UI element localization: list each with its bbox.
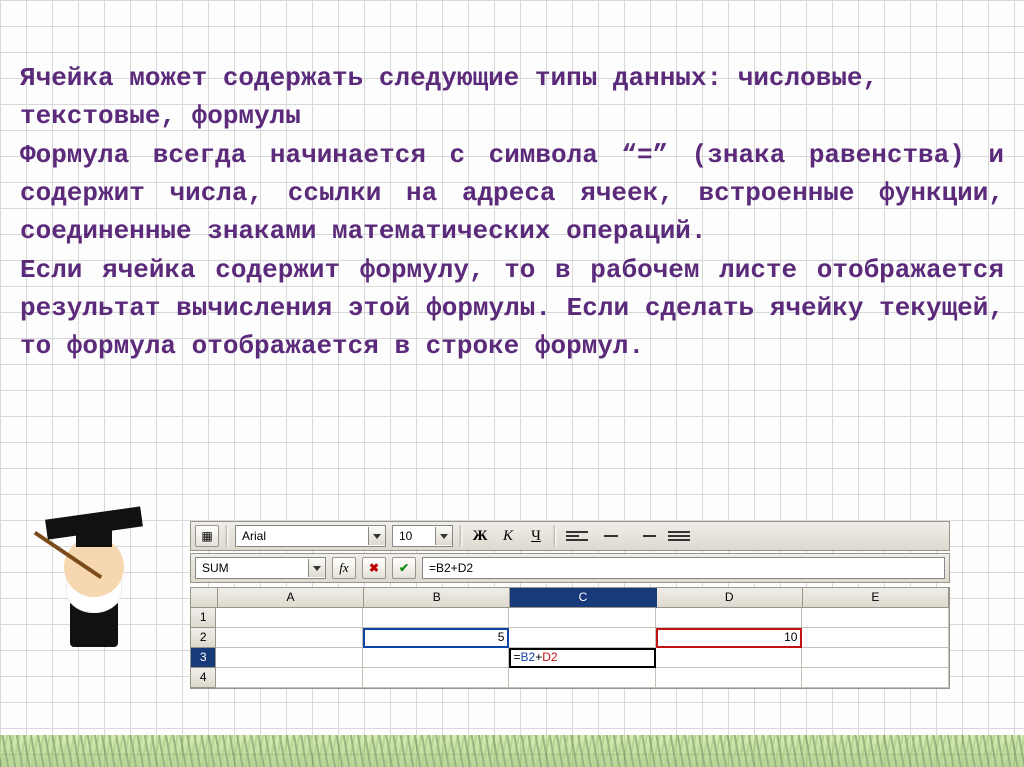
toolbar-separator xyxy=(553,525,557,547)
paragraph-data-types: Ячейка может содержать следующие типы да… xyxy=(20,60,1004,135)
chevron-down-icon xyxy=(313,566,321,571)
bold-button[interactable]: Ж xyxy=(469,526,491,546)
formula-ref-D2: D2 xyxy=(542,650,557,664)
cell-D4[interactable] xyxy=(656,668,803,688)
underline-button[interactable]: Ч xyxy=(525,526,547,546)
formula-bar: SUM fx ✖ ✔ =B2+D2 xyxy=(190,553,950,583)
formatting-toolbar: ▦ Arial 10 Ж К Ч xyxy=(190,521,950,551)
cancel-icon: ✖ xyxy=(369,561,379,575)
cancel-formula-button[interactable]: ✖ xyxy=(362,557,386,579)
cell-A3[interactable] xyxy=(216,648,363,668)
styles-button[interactable]: ▦ xyxy=(195,525,219,547)
column-header-D[interactable]: D xyxy=(657,588,803,608)
column-header-C[interactable]: C xyxy=(510,588,656,608)
row-header-1[interactable]: 1 xyxy=(191,608,216,628)
cell-C4[interactable] xyxy=(509,668,656,688)
font-name-combo[interactable]: Arial xyxy=(235,525,386,547)
align-center-button[interactable] xyxy=(597,523,625,549)
cell-E3[interactable] xyxy=(802,648,949,668)
name-box-value: SUM xyxy=(196,559,308,577)
cell-C2[interactable] xyxy=(509,628,656,648)
mascot-illustration xyxy=(36,507,156,627)
name-box[interactable]: SUM xyxy=(195,557,326,579)
cell-C1[interactable] xyxy=(509,608,656,628)
font-size-dropdown[interactable] xyxy=(435,527,452,545)
cell-E2[interactable] xyxy=(802,628,949,648)
cell-A1[interactable] xyxy=(216,608,363,628)
paragraph-formula-display: Если ячейка содержит формулу, то в рабоч… xyxy=(20,252,1004,365)
name-box-dropdown[interactable] xyxy=(308,559,325,577)
row-header-3[interactable]: 3 xyxy=(191,648,216,668)
formula-ref-B2: B2 xyxy=(521,650,536,664)
row-header-4[interactable]: 4 xyxy=(191,668,216,688)
align-left-button[interactable] xyxy=(563,523,591,549)
style-icon: ▦ xyxy=(201,529,212,543)
select-all-corner[interactable] xyxy=(191,588,218,608)
spreadsheet-app: ▦ Arial 10 Ж К Ч SUM fx ✖ ✔ =B2+D2 xyxy=(190,521,950,689)
formula-equals: = xyxy=(513,650,520,664)
cell-D1[interactable] xyxy=(656,608,803,628)
row-header-2[interactable]: 2 xyxy=(191,628,216,648)
align-justify-button[interactable] xyxy=(665,523,693,549)
chevron-down-icon xyxy=(373,534,381,539)
cell-A4[interactable] xyxy=(216,668,363,688)
cell-B3[interactable] xyxy=(363,648,510,668)
function-wizard-button[interactable]: fx xyxy=(332,557,356,579)
cell-E1[interactable] xyxy=(802,608,949,628)
cell-B1[interactable] xyxy=(363,608,510,628)
font-name-dropdown[interactable] xyxy=(368,527,385,545)
font-name-value: Arial xyxy=(236,527,368,545)
italic-button[interactable]: К xyxy=(497,526,519,546)
cell-D2[interactable]: 10 xyxy=(656,628,803,648)
column-header-A[interactable]: A xyxy=(218,588,364,608)
cell-B2[interactable]: 5 xyxy=(363,628,510,648)
formula-input[interactable]: =B2+D2 xyxy=(422,557,945,579)
accept-formula-button[interactable]: ✔ xyxy=(392,557,416,579)
cell-C3[interactable]: =B2+D2 xyxy=(509,648,656,668)
cell-B4[interactable] xyxy=(363,668,510,688)
font-size-combo[interactable]: 10 xyxy=(392,525,453,547)
font-size-value: 10 xyxy=(393,527,435,545)
chevron-down-icon xyxy=(440,534,448,539)
toolbar-separator xyxy=(225,525,229,547)
cell-A2[interactable] xyxy=(216,628,363,648)
paragraph-formula-definition: Формула всегда начинается с символа “=” … xyxy=(20,137,1004,250)
fx-icon: fx xyxy=(339,560,348,576)
cell-E4[interactable] xyxy=(802,668,949,688)
accept-icon: ✔ xyxy=(399,561,409,575)
align-right-button[interactable] xyxy=(631,523,659,549)
decorative-grass xyxy=(0,735,1024,767)
toolbar-separator xyxy=(459,525,463,547)
cell-D3[interactable] xyxy=(656,648,803,668)
column-header-E[interactable]: E xyxy=(803,588,949,608)
spreadsheet-grid: A B C D E 1 2 5 10 3 =B2+D2 xyxy=(190,587,950,689)
column-header-B[interactable]: B xyxy=(364,588,510,608)
